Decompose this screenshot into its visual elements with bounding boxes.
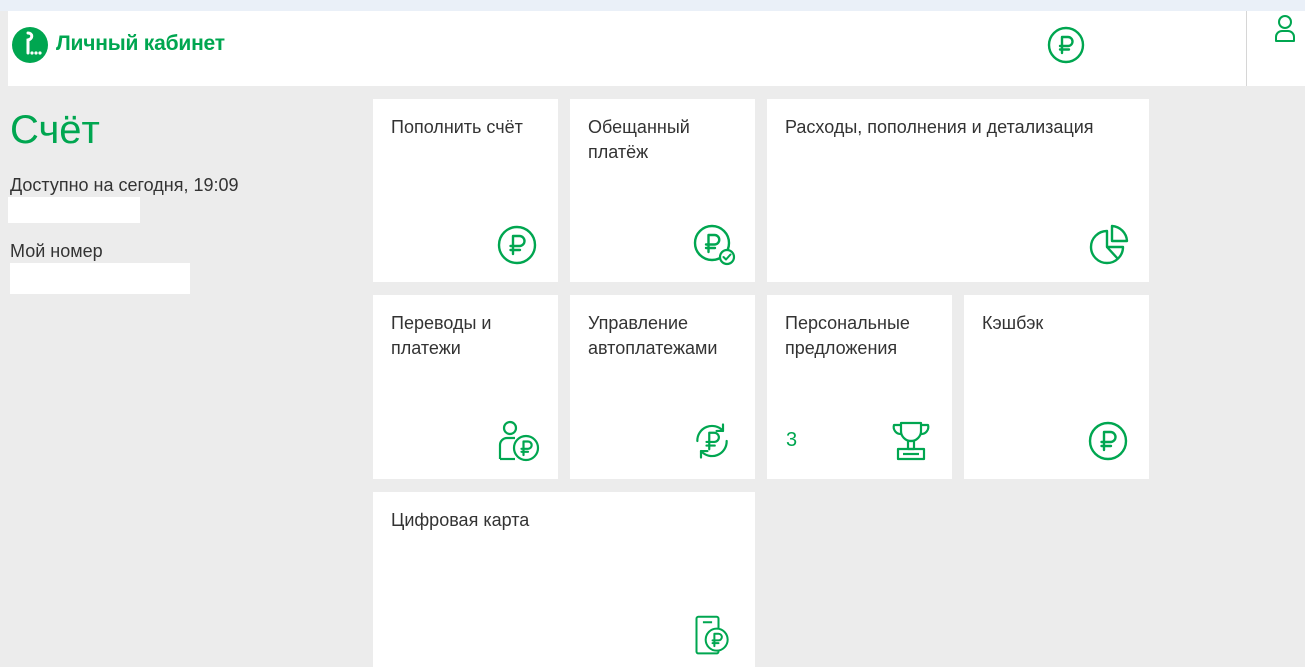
tile-expenses[interactable]: Расходы, пополнения и детализация (767, 99, 1149, 282)
megafon-logo-icon[interactable] (11, 26, 49, 64)
tile-personal-offers[interactable]: Персональные предложения 3 (767, 295, 952, 479)
phone-number-redacted (10, 263, 190, 294)
person-ruble-icon (498, 420, 540, 462)
tile-cashback[interactable]: Кэшбэк (964, 295, 1149, 479)
pie-chart-icon (1089, 224, 1129, 265)
header-divider (1246, 11, 1247, 86)
balance-value-redacted (8, 197, 140, 223)
ruble-cycle-icon (696, 423, 728, 459)
available-balance-label: Доступно на сегодня, 19:09 (10, 175, 239, 195)
tile-autopay[interactable]: Управление автоплатежами (570, 295, 755, 479)
tile-label: Пополнить счёт (391, 117, 523, 137)
page-title: Счёт (10, 108, 100, 152)
account-section: Счёт (10, 108, 100, 152)
tile-top-up[interactable]: Пополнить счёт (373, 99, 558, 282)
brand-title[interactable]: Личный кабинет (56, 32, 225, 56)
my-number-label: Мой номер (10, 241, 103, 261)
ruble-circle-icon[interactable] (1047, 26, 1085, 64)
tile-digital-card[interactable]: Цифровая карта (373, 492, 755, 667)
ruble-circle-icon (1088, 421, 1128, 461)
user-icon[interactable] (1274, 14, 1296, 42)
tile-transfers[interactable]: Переводы и платежи (373, 295, 558, 479)
card-ruble-icon (695, 615, 729, 655)
offers-count: 3 (786, 429, 798, 451)
tile-promised-payment[interactable]: Обещанный платёж (570, 99, 755, 282)
tile-label: Кэшбэк (982, 313, 1044, 333)
trophy-icon (892, 421, 930, 461)
tile-label: Управление автоплатежами (588, 313, 718, 358)
header: Личный кабинет (8, 11, 1305, 86)
tile-label: Переводы и платежи (391, 313, 492, 358)
tile-label: Персональные предложения (785, 313, 910, 358)
top-strip (0, 0, 1305, 11)
tile-label: Обещанный платёж (588, 117, 690, 162)
tile-label: Цифровая карта (391, 510, 530, 530)
tile-label: Расходы, пополнения и детализация (785, 117, 1094, 137)
ruble-check-icon (693, 224, 736, 266)
ruble-circle-icon (497, 225, 537, 265)
